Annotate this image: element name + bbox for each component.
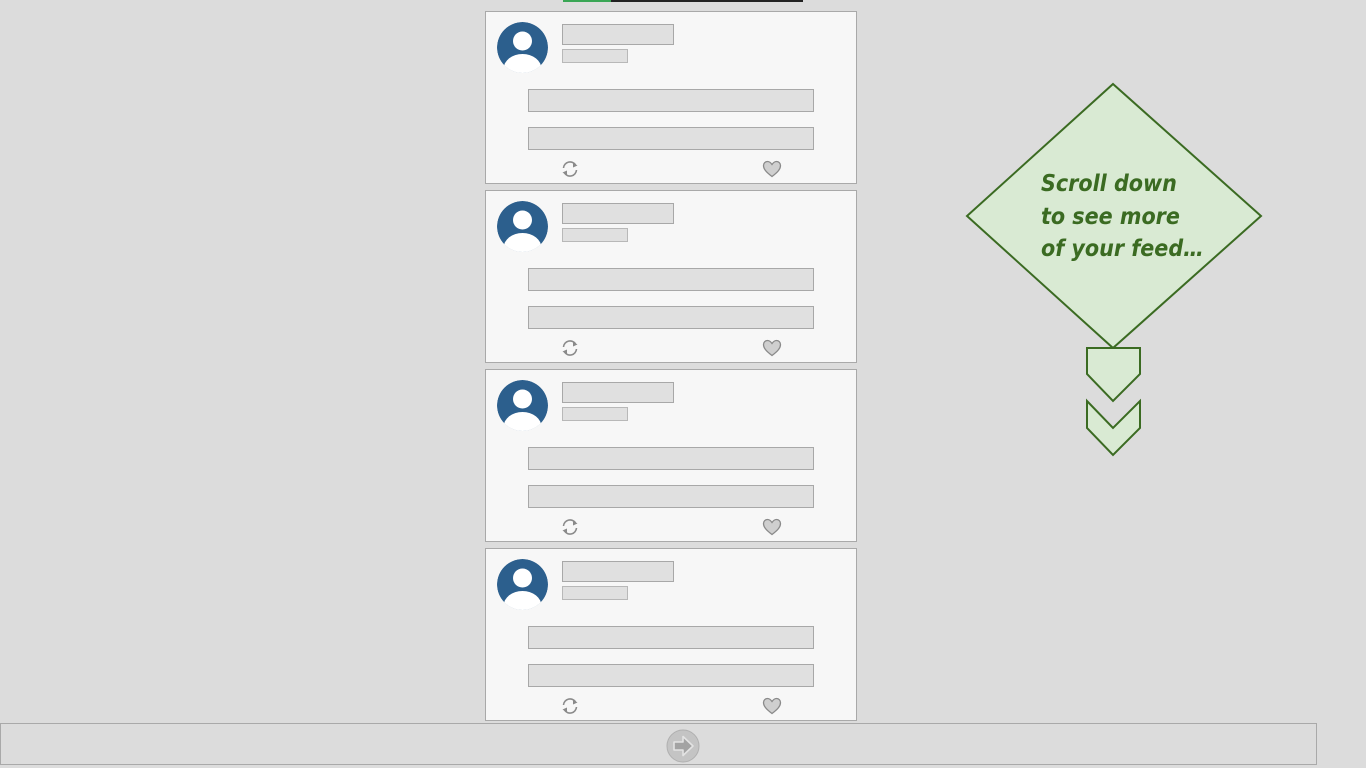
heart-icon [762,339,782,362]
post-text-placeholder [528,306,814,329]
heart-icon [762,697,782,720]
retweet-button[interactable] [559,339,581,361]
retweet-button[interactable] [559,518,581,540]
bottom-bar [0,723,1317,765]
next-button[interactable] [666,729,700,763]
chevron-down-icon [1086,347,1141,403]
author-handle-placeholder [562,228,628,242]
like-button[interactable] [761,160,783,182]
like-button[interactable] [761,697,783,719]
feed [485,11,857,727]
retweet-icon [560,517,580,542]
hint-line: to see more [1041,203,1180,230]
author-name-placeholder [562,203,674,224]
avatar[interactable] [497,380,548,431]
author-handle-placeholder [562,586,628,600]
diamond-chevrons-shape [965,82,1263,457]
post-text-placeholder [528,485,814,508]
heart-icon [762,160,782,183]
retweet-icon [560,338,580,363]
retweet-icon [560,696,580,721]
arrow-right-circle-icon [666,729,700,763]
author-name-placeholder [562,24,674,45]
like-button[interactable] [761,518,783,540]
post-text-placeholder [528,626,814,649]
author-name-placeholder [562,382,674,403]
hint-line: Scroll down [1041,171,1177,197]
heart-icon [762,518,782,541]
scroll-hint-text: Scroll down to see more of your feed… [1041,168,1241,266]
like-button[interactable] [761,339,783,361]
avatar[interactable] [497,559,548,610]
retweet-button[interactable] [559,160,581,182]
feed-progress-bar [563,0,803,2]
post-text-placeholder [528,268,814,291]
post-text-placeholder [528,89,814,112]
avatar[interactable] [497,22,548,73]
retweet-button[interactable] [559,697,581,719]
avatar[interactable] [497,201,548,252]
post-text-placeholder [528,447,814,470]
author-name-placeholder [562,561,674,582]
feed-post-card[interactable] [485,190,857,363]
post-text-placeholder [528,664,814,687]
chevron-down-icon [1086,398,1141,457]
feed-post-card[interactable] [485,548,857,721]
feed-post-card[interactable] [485,11,857,184]
feed-post-card[interactable] [485,369,857,542]
author-handle-placeholder [562,49,628,63]
author-handle-placeholder [562,407,628,421]
hint-line: of your feed… [1041,236,1204,262]
feed-progress-fill [563,0,611,2]
retweet-icon [560,159,580,184]
scroll-hint: Scroll down to see more of your feed… [965,82,1263,460]
post-text-placeholder [528,127,814,150]
